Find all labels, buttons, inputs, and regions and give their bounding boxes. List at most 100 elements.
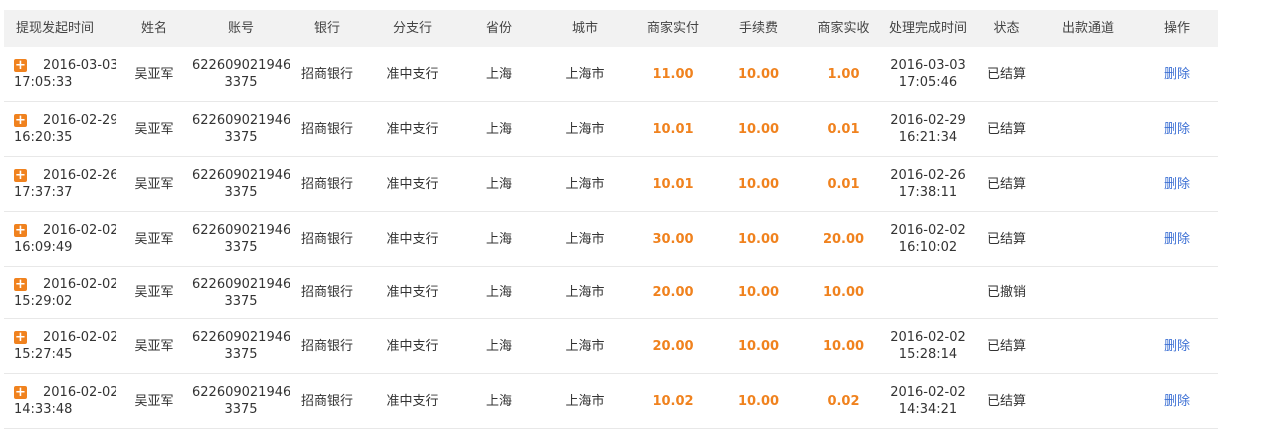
delete-link[interactable]: 删除 [1164,394,1190,409]
province-cell: 上海 [485,176,512,192]
status-cell: 已结算 [986,338,1026,354]
bank-cell: 招商银行 [300,393,353,409]
action-cell: 删除 [1136,393,1218,410]
bank-cell: 招商银行 [300,176,353,192]
col-header-paid: 商家实付 [646,21,699,36]
table-row: + 2016-02-02 14:33:48 吴亚军 622609021946 3… [4,374,1218,429]
account-number-part2: 3375 [224,347,258,362]
city-cell: 上海市 [565,231,605,247]
start-date: 2016-02-02 [43,223,116,238]
expand-plus-icon[interactable]: + [14,59,27,72]
account-number-part1: 622609021946 [192,385,290,400]
table-row: + 2016-02-02 15:27:45 吴亚军 622609021946 3… [4,319,1218,374]
branch-cell: 准中支行 [386,231,439,247]
delete-link[interactable]: 删除 [1164,177,1190,192]
account-number-part1: 622609021946 [192,168,290,183]
status-cell: 已结算 [986,393,1026,409]
fee-amount: 10.00 [737,66,780,82]
city-cell: 上海市 [565,393,605,409]
end-time: 17:38:11 [898,185,958,200]
paid-amount: 10.01 [652,121,694,137]
account-cell: 622609021946 3375 [192,112,290,146]
account-cell: 622609021946 3375 [192,222,290,256]
expand-plus-icon[interactable]: + [14,169,27,182]
end-time-cell: 2016-02-26 17:38:11 [883,167,973,201]
withdrawal-table: 提现发起时间 姓名 账号 银行 分支行 省份 城市 商家实付 手续费 商家实收 … [4,10,1218,429]
end-time: 16:21:34 [898,130,958,145]
start-time-cell: + 2016-02-02 15:27:45 [4,329,116,363]
name-cell: 吴亚军 [134,176,174,192]
received-amount: 1.00 [827,66,860,82]
start-time-cell: + 2016-02-02 15:29:02 [4,276,116,310]
paid-amount: 10.01 [652,176,694,192]
start-date: 2016-02-26 [43,168,116,183]
action-cell: 删除 [1136,338,1218,355]
col-header-start-time: 提现发起时间 [16,21,95,36]
branch-cell: 准中支行 [386,393,439,409]
expand-plus-icon[interactable]: + [14,386,27,399]
start-time-cell: + 2016-02-02 16:09:49 [4,222,116,256]
account-cell: 622609021946 3375 [192,384,290,418]
account-number-part2: 3375 [224,240,258,255]
paid-amount: 11.00 [652,66,694,82]
col-header-province: 省份 [485,21,512,36]
col-header-bank: 银行 [313,21,340,36]
end-date: 2016-02-26 [890,168,966,183]
end-date: 2016-02-02 [890,385,966,400]
expand-plus-icon[interactable]: + [14,114,27,127]
expand-plus-icon[interactable]: + [14,331,27,344]
end-time: 17:05:46 [898,75,958,90]
status-cell: 已撤销 [986,285,1026,300]
branch-cell: 准中支行 [386,285,439,300]
action-cell: 删除 [1136,231,1218,248]
end-time-cell: 2016-02-02 15:28:14 [883,329,973,363]
received-amount: 0.02 [827,393,860,409]
col-header-city: 城市 [571,21,598,36]
start-time-cell: + 2016-02-26 17:37:37 [4,167,116,201]
end-date: 2016-02-02 [890,330,966,345]
table-row: + 2016-02-29 16:20:35 吴亚军 622609021946 3… [4,102,1218,157]
received-amount: 0.01 [827,176,860,192]
received-amount: 10.00 [822,338,865,354]
expand-plus-icon[interactable]: + [14,277,27,291]
received-amount: 0.01 [827,121,860,137]
account-number-part1: 622609021946 [192,113,290,128]
province-cell: 上海 [485,338,512,354]
bank-cell: 招商银行 [300,66,353,82]
end-time-cell: 2016-02-29 16:21:34 [883,112,973,146]
end-date: 2016-02-02 [890,223,966,238]
delete-link[interactable]: 删除 [1164,122,1190,137]
delete-link[interactable]: 删除 [1164,67,1190,82]
expand-plus-icon[interactable]: + [14,224,27,237]
delete-link[interactable]: 删除 [1164,232,1190,247]
bank-cell: 招商银行 [300,121,353,137]
col-header-received: 商家实收 [817,21,870,36]
city-cell: 上海市 [565,121,605,137]
start-time: 14:33:48 [14,402,73,417]
start-time: 15:27:45 [14,347,73,362]
city-cell: 上海市 [565,338,605,354]
action-cell: 删除 [1136,121,1218,138]
status-cell: 已结算 [986,121,1026,137]
received-amount: 10.00 [822,285,865,300]
province-cell: 上海 [485,66,512,82]
end-date: 2016-02-29 [890,113,966,128]
paid-amount: 10.02 [652,393,694,409]
col-header-branch: 分支行 [392,21,432,36]
account-cell: 622609021946 3375 [192,276,290,310]
delete-link[interactable]: 删除 [1164,339,1190,354]
name-cell: 吴亚军 [134,66,174,82]
account-number-part1: 622609021946 [192,223,290,238]
action-cell: 删除 [1136,66,1218,83]
city-cell: 上海市 [565,176,605,192]
fee-amount: 10.00 [737,338,780,354]
account-number-part2: 3375 [224,185,258,200]
col-header-end-time: 处理完成时间 [888,21,967,36]
end-date: 2016-03-03 [890,58,966,73]
start-time: 17:05:33 [14,75,73,90]
end-time: 16:10:02 [898,240,958,255]
end-time-cell: 2016-02-02 16:10:02 [883,222,973,256]
status-cell: 已结算 [986,176,1026,192]
bank-cell: 招商银行 [300,338,353,354]
paid-amount: 30.00 [652,231,694,247]
